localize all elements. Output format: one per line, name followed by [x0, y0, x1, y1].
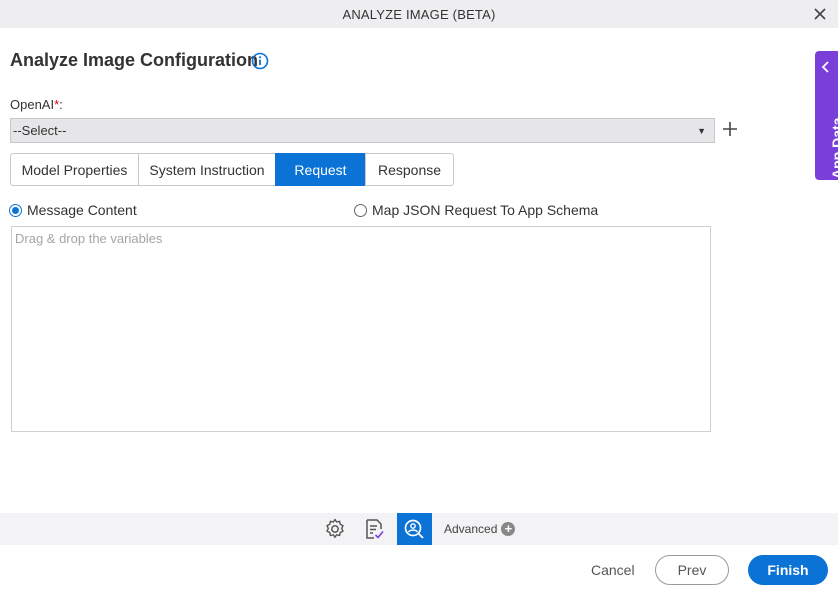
tab-response[interactable]: Response [365, 153, 454, 186]
openai-select-value: --Select-- [13, 123, 67, 138]
dropzone-placeholder: Drag & drop the variables [15, 231, 163, 246]
app-data-panel-toggle[interactable]: App Data [815, 51, 838, 180]
tab-request[interactable]: Request [275, 153, 366, 186]
radio-message-content-label: Message Content [27, 202, 137, 218]
config-tabs: Model Properties System Instruction Requ… [10, 153, 454, 186]
openai-label-colon: : [59, 97, 63, 112]
info-icon[interactable] [251, 52, 269, 70]
chevron-left-icon [821, 61, 829, 73]
add-connection-plus-icon[interactable] [722, 121, 738, 137]
tab-system-instruction[interactable]: System Instruction [138, 153, 276, 186]
gear-icon[interactable] [323, 517, 347, 541]
tab-model-properties[interactable]: Model Properties [10, 153, 139, 186]
advanced-label: Advanced [444, 522, 498, 536]
plus-circle-icon: + [501, 522, 516, 536]
page-title: Analyze Image Configuration [10, 50, 259, 70]
openai-label-text: OpenAI [10, 97, 55, 112]
prev-button[interactable]: Prev [655, 555, 729, 585]
analyze-image-tab-button[interactable] [397, 513, 432, 545]
message-content-dropzone[interactable]: Drag & drop the variables [11, 226, 711, 432]
dialog-titlebar: ANALYZE IMAGE (BETA) [0, 0, 838, 28]
advanced-toggle[interactable]: Advanced + [444, 522, 516, 536]
finish-button[interactable]: Finish [748, 555, 828, 585]
radio-message-content[interactable]: Message Content [9, 202, 137, 218]
openai-select[interactable]: --Select-- ▼ [10, 118, 715, 143]
document-check-icon[interactable] [362, 517, 386, 541]
cancel-button[interactable]: Cancel [591, 562, 635, 578]
app-data-label: App Data [829, 117, 838, 179]
image-search-icon [404, 519, 424, 539]
openai-label: OpenAI*: [10, 97, 63, 112]
radio-dot [9, 203, 22, 217]
dropdown-caret-icon: ▼ [697, 126, 706, 136]
radio-dot [354, 203, 367, 217]
radio-map-json-request[interactable]: Map JSON Request To App Schema [354, 202, 598, 218]
dialog-title: ANALYZE IMAGE (BETA) [342, 7, 496, 22]
radio-map-json-request-label: Map JSON Request To App Schema [372, 202, 599, 218]
close-icon[interactable] [812, 6, 828, 22]
